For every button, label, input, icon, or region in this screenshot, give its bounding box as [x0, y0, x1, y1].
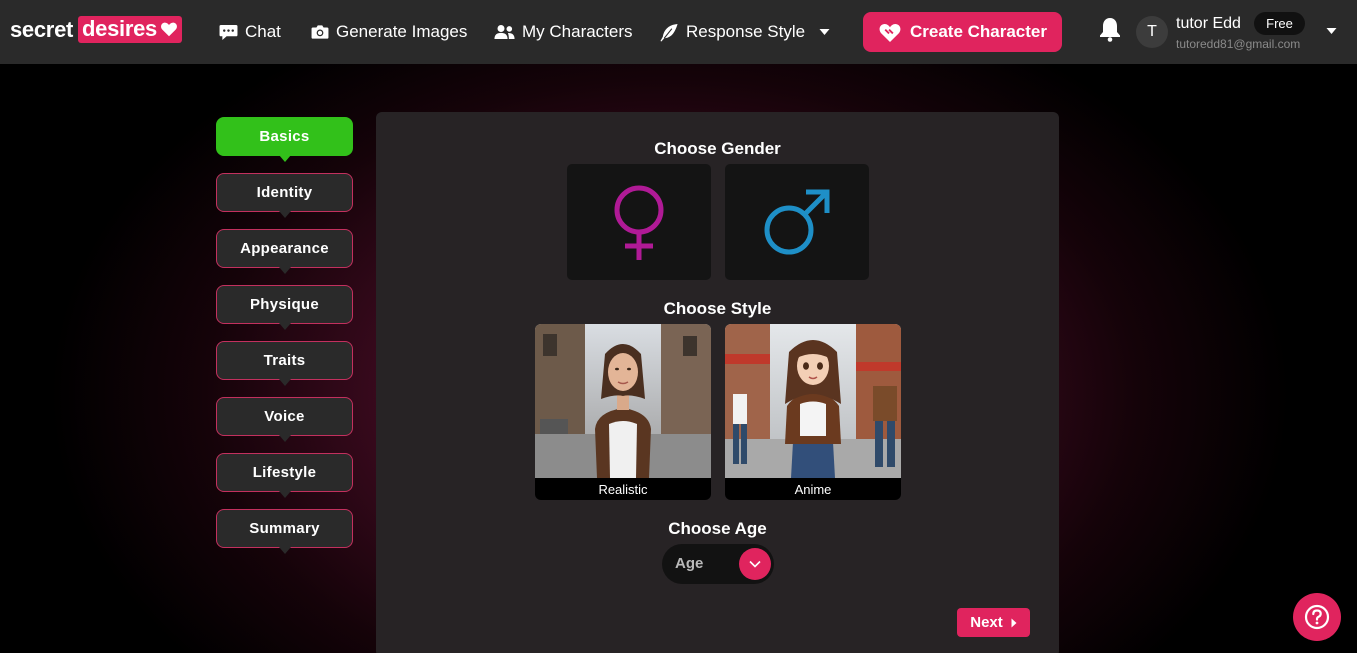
style-anime-card[interactable]: Anime [725, 324, 901, 500]
question-mark-icon [1304, 604, 1330, 630]
step-label: Basics [259, 128, 310, 145]
step-label: Traits [263, 352, 306, 369]
gender-male-card[interactable] [725, 164, 869, 280]
chevron-down-icon [749, 560, 761, 568]
step-label: Appearance [240, 240, 329, 257]
step-traits[interactable]: Traits [216, 341, 353, 386]
user-email: tutoredd81@gmail.com [1176, 37, 1301, 51]
step-label: Identity [256, 184, 313, 201]
nav-generate-images-label: Generate Images [336, 22, 468, 41]
realistic-preview-image [535, 324, 711, 478]
nav-chat-label: Chat [245, 22, 281, 41]
chat-bubble-icon [219, 24, 238, 40]
style-anime-label: Anime [794, 481, 832, 497]
gender-female-card[interactable] [567, 164, 711, 280]
notification-bell-icon[interactable] [1098, 16, 1122, 42]
age-heading: Choose Age [668, 519, 767, 538]
create-character-label: Create Character [909, 22, 1047, 41]
nav-response-style-label: Response Style [686, 22, 806, 41]
heart-plus-icon [879, 23, 901, 42]
nav-my-characters-label: My Characters [522, 22, 633, 41]
step-label: Physique [249, 296, 320, 313]
nav-my-characters[interactable]: My Characters [494, 20, 633, 44]
step-voice[interactable]: Voice [216, 397, 353, 442]
top-navbar: secret desires Chat Generate Images My C… [0, 0, 1357, 64]
caret-down-icon [819, 29, 830, 35]
user-name: tutor Edd [1176, 15, 1241, 32]
logo-text-secret: secret [10, 16, 74, 42]
style-realistic-label: Realistic [598, 481, 648, 497]
step-summary[interactable]: Summary [216, 509, 353, 554]
help-button[interactable] [1293, 593, 1341, 641]
next-button[interactable]: Next [957, 608, 1030, 637]
nav-response-style[interactable]: Response Style [659, 20, 830, 44]
male-symbol-icon [764, 189, 830, 255]
age-dropdown-button[interactable] [739, 548, 771, 580]
nav-generate-images[interactable]: Generate Images [311, 20, 467, 44]
age-select-value: Age [675, 555, 704, 572]
style-realistic-card[interactable]: Realistic [535, 324, 711, 500]
logo[interactable]: secret desires [10, 16, 182, 43]
step-appearance[interactable]: Appearance [216, 229, 353, 274]
next-button-label: Next [970, 614, 1003, 631]
style-heading: Choose Style [663, 299, 772, 318]
step-basics[interactable]: Basics [216, 117, 353, 162]
nav-chat[interactable]: Chat [219, 20, 281, 44]
logo-badge: desires [78, 16, 182, 43]
step-identity[interactable]: Identity [216, 173, 353, 218]
plan-badge: Free [1254, 12, 1305, 35]
logo-text-desires: desires [82, 16, 157, 41]
feather-icon [660, 23, 678, 42]
caret-right-icon [1011, 618, 1017, 627]
step-lifestyle[interactable]: Lifestyle [216, 453, 353, 498]
camera-icon [311, 25, 329, 39]
age-select[interactable]: Age [662, 544, 774, 584]
step-label: Lifestyle [252, 464, 317, 481]
heart-icon [161, 22, 177, 37]
avatar[interactable]: T [1136, 16, 1168, 48]
step-label: Voice [264, 408, 305, 425]
gender-heading: Choose Gender [654, 139, 781, 158]
female-symbol-icon [614, 185, 664, 260]
user-menu-caret-icon[interactable] [1326, 27, 1337, 35]
create-character-button[interactable]: Create Character [863, 12, 1062, 52]
users-icon [494, 25, 515, 39]
anime-preview-image [725, 324, 901, 478]
step-physique[interactable]: Physique [216, 285, 353, 330]
step-label: Summary [249, 520, 320, 537]
